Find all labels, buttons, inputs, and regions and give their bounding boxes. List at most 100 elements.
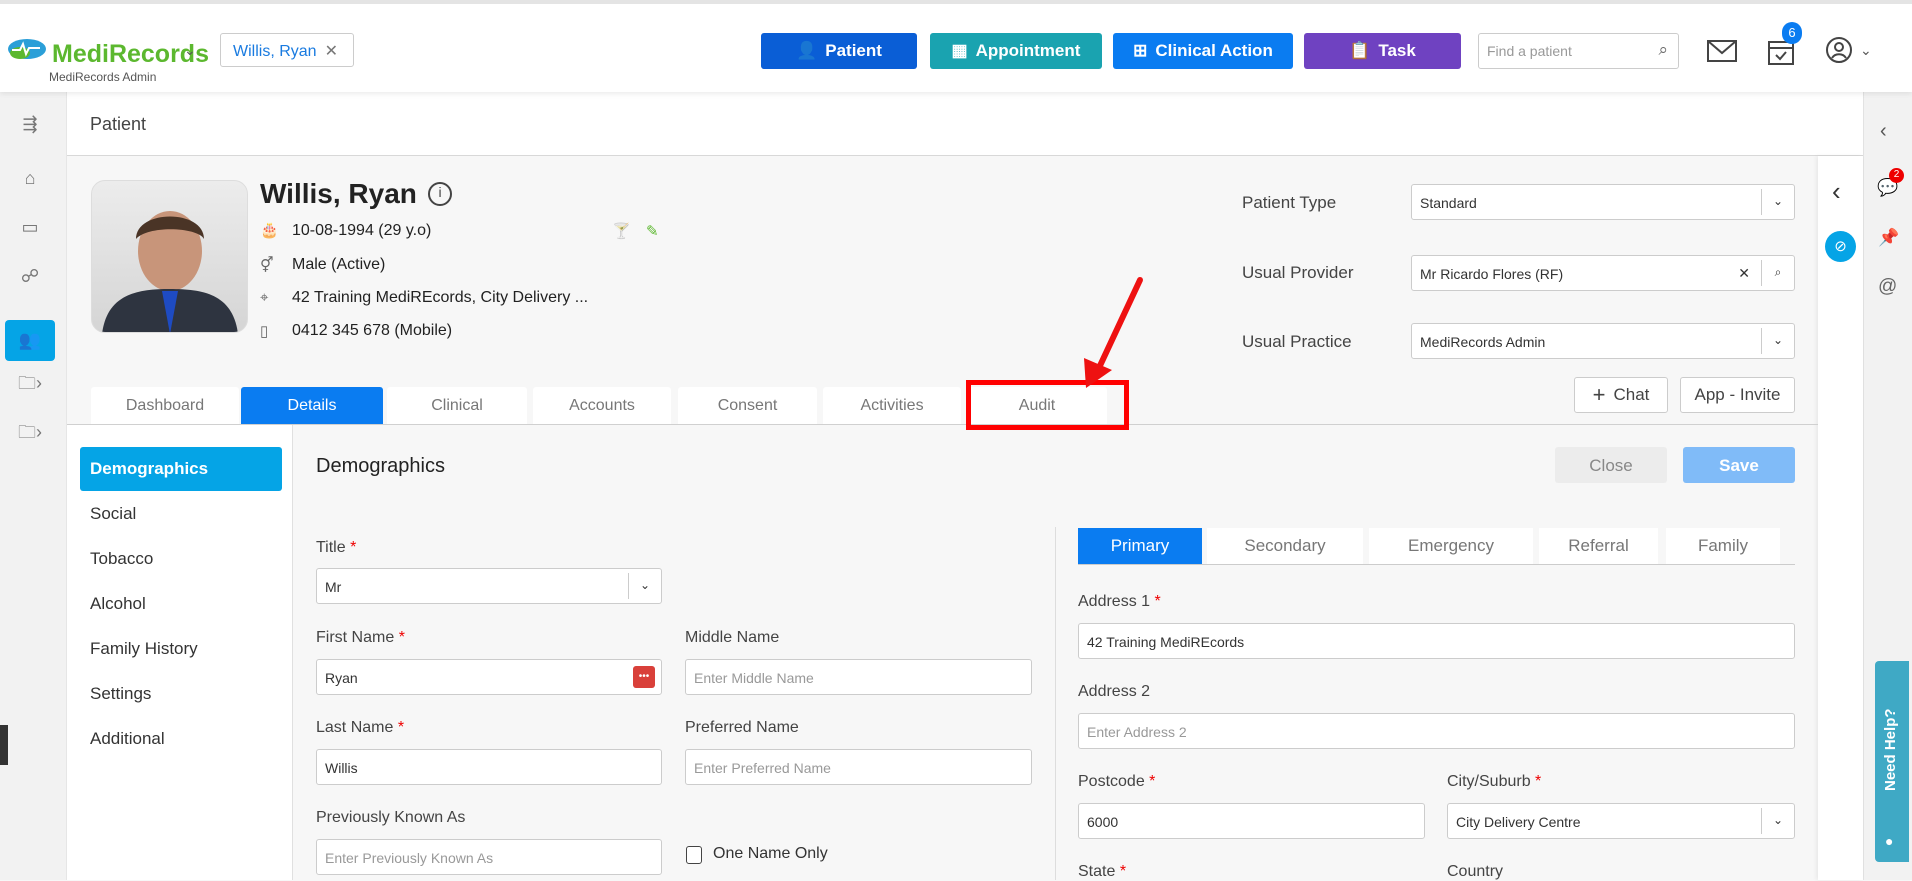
subnav-alcohol[interactable]: Alcohol bbox=[80, 582, 282, 626]
calendar-nav-icon[interactable]: ▭ bbox=[5, 207, 55, 248]
usual-provider-value: Mr Ricardo Flores (RF) bbox=[1420, 266, 1564, 282]
chevron-down-icon[interactable]: ⌄ bbox=[1761, 328, 1794, 354]
previously-known-as-input[interactable]: Enter Previously Known As bbox=[316, 839, 662, 875]
top-header: MediRecords ⌄ MediRecords Admin Willis, … bbox=[0, 0, 1912, 92]
brand-chevron-icon[interactable]: ⌄ bbox=[184, 42, 196, 59]
collapse-chevron-icon[interactable]: ‹ bbox=[1880, 120, 1887, 143]
tab-activities[interactable]: Activities bbox=[823, 387, 961, 424]
middle-name-input[interactable]: Enter Middle Name bbox=[685, 659, 1032, 695]
mention-icon[interactable]: @ bbox=[1878, 276, 1897, 298]
tab-referral[interactable]: Referral bbox=[1539, 528, 1658, 564]
folder-icon[interactable]: 🗀› bbox=[5, 365, 55, 406]
clinical-action-button[interactable]: ⊞ Clinical Action bbox=[1113, 33, 1293, 69]
expand-menu-icon[interactable]: ⇶ bbox=[5, 104, 55, 145]
tab-secondary[interactable]: Secondary bbox=[1207, 528, 1363, 564]
tab-primary[interactable]: Primary bbox=[1078, 528, 1202, 564]
smoking-icon[interactable]: ✎ bbox=[646, 222, 659, 240]
subnav-family-history[interactable]: Family History bbox=[80, 627, 282, 671]
patient-type-label: Patient Type bbox=[1242, 193, 1337, 212]
chevron-down-icon[interactable]: ⌄ bbox=[1761, 189, 1794, 215]
location-pin-icon: ⌖ bbox=[260, 289, 269, 306]
close-icon[interactable]: ✕ bbox=[325, 43, 338, 60]
tab-details[interactable]: Details bbox=[241, 387, 383, 424]
plus-icon: + bbox=[1592, 382, 1606, 407]
panel-chevron-icon[interactable]: ‹ bbox=[1832, 176, 1841, 207]
patient-type-select[interactable]: Standard ⌄ bbox=[1411, 184, 1795, 220]
patient-dob: 10-08-1994 (29 y.o) bbox=[292, 222, 432, 239]
logo-cloud-icon bbox=[8, 39, 46, 59]
new-task-button[interactable]: 📋 Task bbox=[1304, 33, 1461, 69]
subnav-demographics[interactable]: Demographics bbox=[80, 447, 282, 491]
clipboard-icon: 📋 bbox=[1349, 41, 1371, 60]
subnav-additional[interactable]: Additional bbox=[80, 717, 282, 761]
tab-clinical[interactable]: Clinical bbox=[387, 387, 527, 424]
patient-avatar-illustration bbox=[102, 211, 238, 332]
save-button[interactable]: Save bbox=[1683, 447, 1795, 483]
alcohol-icon[interactable]: 🍸 bbox=[612, 222, 631, 240]
usual-practice-select[interactable]: MediRecords Admin ⌄ bbox=[1411, 323, 1795, 359]
org-name: MediRecords Admin bbox=[49, 70, 157, 84]
mobile-phone-icon: ▯ bbox=[260, 323, 269, 340]
last-name-input[interactable]: Willis bbox=[316, 749, 662, 785]
user-menu-chevron-icon[interactable]: ⌄ bbox=[1860, 42, 1872, 59]
mail-icon[interactable] bbox=[1707, 40, 1737, 62]
clear-icon[interactable]: ✕ bbox=[1738, 265, 1750, 282]
contacts-icon[interactable]: ☍ bbox=[5, 256, 55, 297]
subnav-social[interactable]: Social bbox=[80, 492, 282, 536]
city-select[interactable]: City Delivery Centre ⌄ bbox=[1447, 803, 1795, 839]
title-label: Title * bbox=[316, 539, 357, 556]
patient-address: 42 Training MediREcords, City Delivery .… bbox=[292, 289, 589, 306]
tab-dashboard[interactable]: Dashboard bbox=[91, 387, 239, 424]
new-appointment-button[interactable]: ▦ Appointment bbox=[930, 33, 1102, 69]
tab-emergency[interactable]: Emergency bbox=[1369, 528, 1533, 564]
one-name-only-label: One Name Only bbox=[713, 845, 828, 862]
address2-input[interactable]: Enter Address 2 bbox=[1078, 713, 1795, 749]
subnav-tobacco[interactable]: Tobacco bbox=[80, 537, 282, 581]
tab-consent[interactable]: Consent bbox=[678, 387, 817, 424]
tab-family[interactable]: Family bbox=[1666, 528, 1780, 564]
usual-provider-label: Usual Provider bbox=[1242, 263, 1354, 282]
address1-label: Address 1 * bbox=[1078, 593, 1161, 610]
user-avatar-icon[interactable] bbox=[1825, 36, 1853, 64]
tab-accounts[interactable]: Accounts bbox=[533, 387, 671, 424]
close-button[interactable]: Close bbox=[1555, 447, 1667, 483]
preferred-name-input[interactable]: Enter Preferred Name bbox=[685, 749, 1032, 785]
add-person-icon: 👤 bbox=[796, 41, 818, 60]
subnav-settings[interactable]: Settings bbox=[80, 672, 282, 716]
first-name-input[interactable]: Ryan ••• bbox=[316, 659, 662, 695]
title-select[interactable]: Mr ⌄ bbox=[316, 568, 662, 604]
chat-button[interactable]: + Chat bbox=[1574, 377, 1668, 413]
app-invite-label: App - Invite bbox=[1694, 385, 1781, 404]
previously-known-as-label: Previously Known As bbox=[316, 809, 466, 826]
info-icon[interactable]: i bbox=[428, 182, 452, 206]
search-icon[interactable]: ⌕ bbox=[1761, 260, 1794, 286]
password-manager-icon[interactable]: ••• bbox=[633, 666, 655, 688]
feedback-tab[interactable] bbox=[0, 725, 8, 765]
home-icon[interactable]: ⌂ bbox=[5, 158, 55, 199]
find-patient-input[interactable]: Find a patient ⌕ bbox=[1478, 33, 1679, 69]
calendar-icon: ▦ bbox=[951, 41, 968, 60]
tab-divider bbox=[67, 424, 1818, 425]
new-patient-button[interactable]: 👤 Patient bbox=[761, 33, 917, 69]
address-tab-divider bbox=[1078, 564, 1795, 565]
open-patient-tab[interactable]: Willis, Ryan ✕ bbox=[220, 33, 354, 67]
preferred-name-label: Preferred Name bbox=[685, 719, 799, 736]
birthday-cake-icon: 🎂 bbox=[260, 222, 279, 239]
app-invite-button[interactable]: App - Invite bbox=[1680, 377, 1795, 413]
postcode-input[interactable]: 6000 bbox=[1078, 803, 1425, 839]
patients-icon[interactable]: 👥 bbox=[5, 320, 55, 361]
calendar-badge: 6 bbox=[1782, 22, 1802, 44]
patient-label: Patient bbox=[825, 41, 882, 60]
one-name-only-checkbox[interactable] bbox=[686, 846, 702, 864]
address1-input[interactable]: 42 Training MediREcords bbox=[1078, 623, 1795, 659]
add-folder-icon[interactable]: 🗀› bbox=[5, 414, 55, 455]
usual-provider-input[interactable]: Mr Ricardo Flores (RF) ✕ ⌕ bbox=[1411, 255, 1795, 291]
chevron-down-icon[interactable]: ⌄ bbox=[628, 573, 661, 599]
pin-icon[interactable]: 📌 bbox=[1878, 228, 1899, 248]
last-name-label: Last Name * bbox=[316, 719, 405, 736]
chevron-down-icon[interactable]: ⌄ bbox=[1761, 808, 1794, 834]
tag-icon[interactable]: ⊘ bbox=[1825, 231, 1856, 262]
patient-phone: 0412 345 678 (Mobile) bbox=[292, 322, 453, 339]
need-help-tab[interactable]: Need Help? ● bbox=[1875, 661, 1909, 862]
search-icon[interactable]: ⌕ bbox=[1658, 40, 1668, 60]
